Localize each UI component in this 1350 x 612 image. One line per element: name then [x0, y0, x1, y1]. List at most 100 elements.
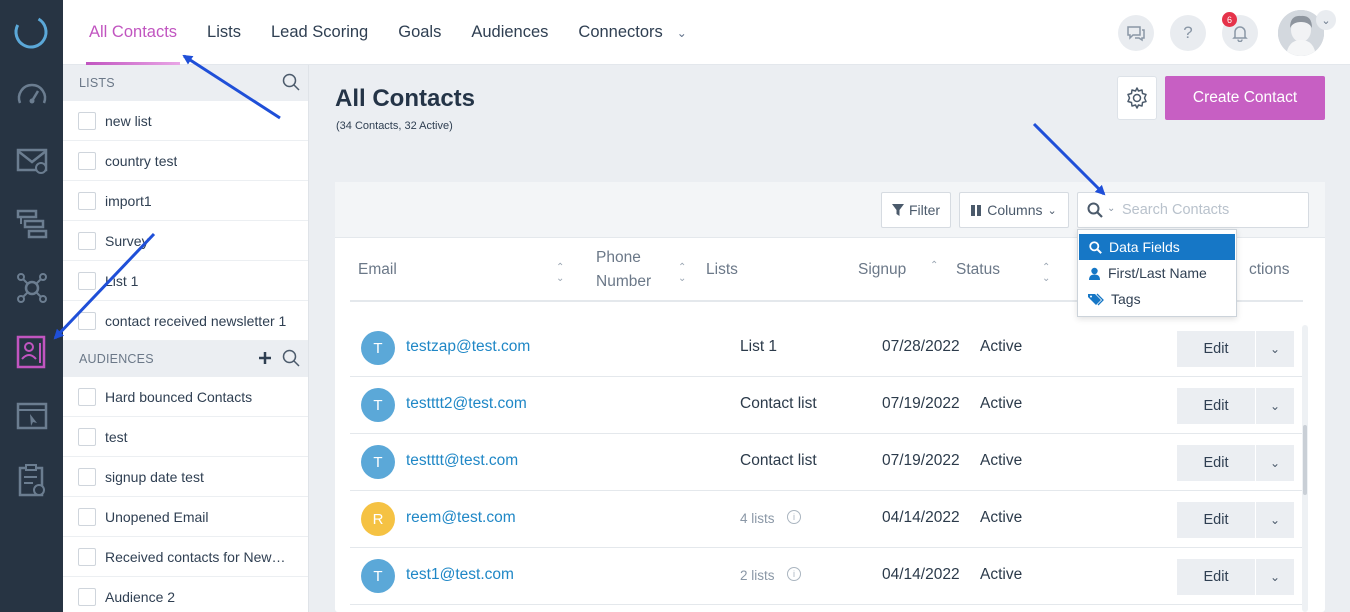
info-icon[interactable]: i — [787, 567, 801, 581]
integrations-hub-icon[interactable] — [14, 270, 50, 306]
sidebar-list-item[interactable]: country test — [63, 141, 308, 181]
sidebar-audience-item[interactable]: test — [63, 417, 308, 457]
edit-contact-button[interactable]: Edit — [1177, 559, 1255, 595]
sidebar-list-item-checkbox[interactable] — [78, 191, 96, 210]
settings-button[interactable] — [1117, 76, 1157, 120]
tab-goals[interactable]: Goals — [398, 0, 441, 65]
row-actions-chevron-icon[interactable]: ⌄ — [1256, 388, 1294, 424]
contact-email-link[interactable]: reem@test.com — [406, 509, 516, 527]
edit-contact-button[interactable]: Edit — [1177, 502, 1255, 538]
search-contacts-input[interactable] — [1122, 200, 1302, 220]
contacts-icon[interactable] — [0, 334, 63, 370]
sidebar-list-item[interactable]: Survey — [63, 221, 308, 261]
account-menu-chevron-icon[interactable]: ⌄ — [1316, 10, 1336, 30]
sidebar-audience-item-checkbox[interactable] — [78, 547, 96, 566]
tab-lists[interactable]: Lists — [207, 0, 241, 65]
contact-status: Active — [980, 338, 1023, 355]
sidebar-list-item-checkbox[interactable] — [78, 311, 96, 330]
contact-email-link[interactable]: testzap@test.com — [406, 338, 530, 356]
filter-button[interactable]: Filter — [881, 192, 951, 228]
sidebar-list-item[interactable]: new list — [63, 101, 308, 141]
sidebar-audience-item[interactable]: Unopened Email — [63, 497, 308, 537]
info-icon[interactable]: i — [787, 510, 801, 524]
table-scrollbar[interactable] — [1302, 325, 1308, 612]
contact-avatar[interactable]: T — [361, 331, 395, 365]
app-logo[interactable] — [13, 14, 49, 50]
row-actions-chevron-icon[interactable]: ⌄ — [1256, 559, 1294, 595]
sidebar-audience-item[interactable]: Hard bounced Contacts — [63, 377, 308, 417]
help-button[interactable]: ? — [1170, 15, 1206, 51]
search-icon[interactable] — [1087, 202, 1103, 218]
sort-phone-icon[interactable]: ⌃ ⌄ — [678, 262, 686, 284]
search-mode-chevron-icon[interactable]: ⌄ — [1107, 203, 1115, 214]
column-header-status[interactable]: Status — [956, 258, 1000, 282]
sidebar-list-item-checkbox[interactable] — [78, 111, 96, 130]
sidebar-list-item-checkbox[interactable] — [78, 271, 96, 290]
sidebar-list-item[interactable]: contact received newsletter 1 — [63, 301, 308, 341]
create-contact-button[interactable]: Create Contact — [1165, 76, 1325, 120]
sidebar-audience-item-label: Hard bounced Contacts — [105, 388, 253, 405]
edit-contact-button[interactable]: Edit — [1177, 388, 1255, 424]
edit-contact-button[interactable]: Edit — [1177, 331, 1255, 367]
search-option-data-fields[interactable]: Data Fields — [1079, 234, 1235, 260]
sort-email-icon[interactable]: ⌃ ⌄ — [556, 262, 564, 284]
sidebar-list-item[interactable]: List 1 — [63, 261, 308, 301]
automation-icon[interactable] — [14, 206, 50, 242]
search-option-tags[interactable]: Tags — [1078, 286, 1236, 312]
contact-avatar[interactable]: T — [361, 445, 395, 479]
sidebar-list-item-checkbox[interactable] — [78, 231, 96, 250]
search-icon — [1089, 240, 1102, 254]
search-lists-icon[interactable] — [282, 73, 300, 91]
sidebar-audience-item-checkbox[interactable] — [78, 507, 96, 526]
tab-connectors[interactable]: Connectors ⌄ — [578, 0, 686, 65]
contact-email-link[interactable]: testttt2@test.com — [406, 395, 527, 413]
edit-contact-button[interactable]: Edit — [1177, 445, 1255, 481]
sidebar-list-item-checkbox[interactable] — [78, 151, 96, 170]
row-actions-chevron-icon[interactable]: ⌄ — [1256, 502, 1294, 538]
sidebar-list-item[interactable]: import1 — [63, 181, 308, 221]
contact-avatar[interactable]: R — [361, 502, 395, 536]
notifications-button[interactable]: 6 — [1222, 12, 1258, 51]
row-actions-chevron-icon[interactable]: ⌄ — [1256, 331, 1294, 367]
search-option-first-last-name[interactable]: First/Last Name — [1078, 260, 1236, 286]
tab-all-contacts[interactable]: All Contacts — [85, 0, 181, 65]
sidebar-audience-item[interactable]: Received contacts for New… — [63, 537, 308, 577]
sort-status-icon[interactable]: ⌃ ⌄ — [1042, 262, 1050, 284]
sidebar-audience-item-checkbox[interactable] — [78, 467, 96, 486]
chevron-down-icon: ⌄ — [676, 25, 687, 40]
contact-email-link[interactable]: testttt@test.com — [406, 452, 518, 470]
dashboard-icon[interactable] — [14, 78, 50, 114]
sidebar-audience-item-checkbox[interactable] — [78, 387, 96, 406]
contact-avatar[interactable]: T — [361, 559, 395, 593]
sidebar-audience-item[interactable]: signup date test — [63, 457, 308, 497]
sort-signup-icon[interactable]: ⌃ — [930, 260, 938, 271]
search-mode-dropdown: Data Fields First/Last Name Tags — [1077, 229, 1237, 317]
search-audiences-icon[interactable] — [282, 349, 300, 367]
column-header-phone-number[interactable]: Phone Number — [596, 246, 651, 294]
sidebar-audience-item-checkbox[interactable] — [78, 427, 96, 446]
tab-lead-scoring[interactable]: Lead Scoring — [271, 0, 368, 65]
column-header-signup[interactable]: Signup — [858, 258, 906, 282]
add-audience-icon[interactable] — [258, 351, 272, 365]
forms-icon[interactable] — [14, 462, 50, 498]
sidebar-audience-item-checkbox[interactable] — [78, 587, 96, 606]
column-header-email[interactable]: Email — [358, 258, 397, 282]
email-campaign-icon[interactable] — [14, 142, 50, 178]
sidebar-list-item-label: import1 — [105, 192, 152, 209]
contact-signup-date: 07/28/2022 — [882, 338, 960, 355]
scrollbar-thumb[interactable] — [1303, 425, 1307, 495]
contact-status: Active — [980, 395, 1023, 412]
sidebar-audience-item[interactable]: Audience 2 — [63, 577, 308, 612]
search-contacts-box[interactable]: ⌄ — [1077, 192, 1309, 228]
sidebar-list-item-label: contact received newsletter 1 — [105, 312, 287, 329]
contact-avatar[interactable]: T — [361, 388, 395, 422]
row-actions-chevron-icon[interactable]: ⌄ — [1256, 445, 1294, 481]
table-row: Rreem@test.com 4 lists i 04/14/2022 Active Ed… — [350, 491, 1303, 548]
tab-audiences[interactable]: Audiences — [471, 0, 548, 65]
chat-support-button[interactable] — [1118, 15, 1154, 51]
columns-button[interactable]: Columns ⌄ — [959, 192, 1069, 228]
landing-page-icon[interactable] — [14, 398, 50, 434]
first-last-name-label: First/Last Name — [1108, 265, 1207, 281]
table-row: Ttestzap@test.com List 1 07/28/2022 Active E… — [350, 320, 1303, 377]
contact-email-link[interactable]: test1@test.com — [406, 566, 514, 584]
